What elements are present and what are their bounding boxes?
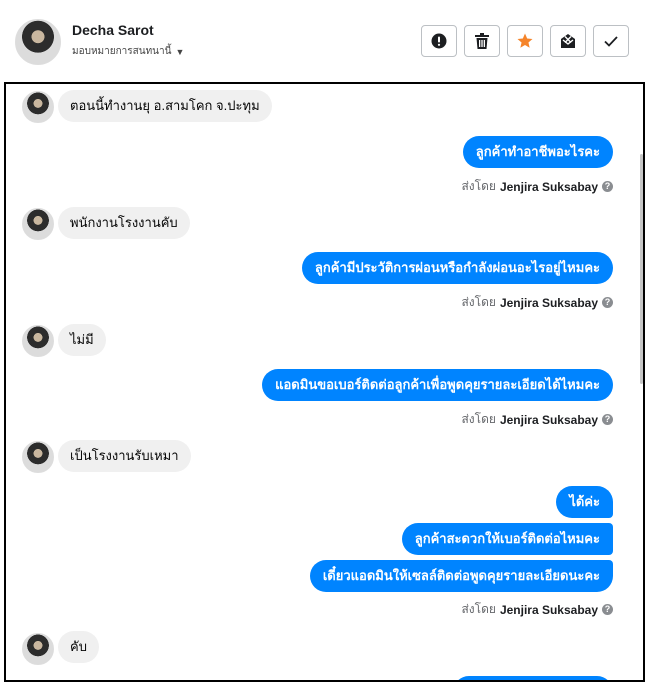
sender-avatar bbox=[22, 325, 54, 357]
outgoing-message[interactable]: ลูกค้าทำอาชีพอะไรคะ bbox=[462, 136, 613, 168]
sent-by-prefix: ส่งโดย bbox=[461, 295, 496, 309]
contact-avatar[interactable] bbox=[15, 19, 61, 65]
mark-spam-button[interactable] bbox=[550, 25, 586, 57]
help-icon[interactable]: ? bbox=[602, 297, 613, 308]
mark-done-button[interactable] bbox=[593, 25, 629, 57]
incoming-message[interactable]: ตอนนี้ทำงานยุ อ.สามโคก จ.ปะทุม bbox=[58, 90, 272, 122]
agent-name: Jenjira Suksabay bbox=[499, 602, 598, 617]
sender-avatar bbox=[22, 441, 54, 473]
agent-name: Jenjira Suksabay bbox=[499, 412, 598, 427]
outgoing-message[interactable]: ได้ค่ะ bbox=[556, 486, 613, 518]
sent-by-label: ส่งโดย Jenjira Suksabay ? bbox=[461, 600, 613, 619]
help-icon[interactable]: ? bbox=[602, 414, 613, 425]
conversation-header: Decha Sarot มอบหมายการสนทนานี้ ▼ bbox=[0, 0, 647, 82]
message-thread[interactable]: ตอนนี้ทำงานยุ อ.สามโคก จ.ปะทุม ลูกค้าทำอ… bbox=[4, 82, 645, 682]
star-icon bbox=[517, 33, 533, 48]
help-icon[interactable]: ? bbox=[602, 181, 613, 192]
outgoing-message[interactable]: ลูกค้าสะดวกให้เบอร์ติดต่อไหมคะ bbox=[401, 523, 613, 555]
outgoing-message-partial[interactable] bbox=[453, 676, 613, 680]
help-icon[interactable]: ? bbox=[602, 604, 613, 615]
sent-by-prefix: ส่งโดย bbox=[461, 412, 496, 426]
delete-button[interactable] bbox=[464, 25, 500, 57]
incoming-message[interactable]: คับ bbox=[58, 631, 99, 663]
incoming-message[interactable]: พนักงานโรงงานคับ bbox=[58, 207, 190, 239]
incoming-message[interactable]: ไม่มี bbox=[58, 324, 106, 356]
mail-x-icon bbox=[561, 34, 575, 48]
sent-by-prefix: ส่งโดย bbox=[461, 179, 496, 193]
contact-name[interactable]: Decha Sarot bbox=[72, 22, 154, 38]
outgoing-message[interactable]: ลูกค้ามีประวัติการผ่อนหรือกำลังผ่อนอะไรอ… bbox=[301, 252, 613, 284]
sent-by-label: ส่งโดย Jenjira Suksabay ? bbox=[461, 293, 613, 312]
agent-name: Jenjira Suksabay bbox=[499, 179, 598, 194]
sender-avatar bbox=[22, 208, 54, 240]
check-icon bbox=[604, 36, 618, 47]
sent-by-prefix: ส่งโดย bbox=[461, 602, 496, 616]
sender-avatar bbox=[22, 91, 54, 123]
caret-down-icon: ▼ bbox=[175, 46, 185, 57]
assign-label: มอบหมายการสนทนานี้ bbox=[72, 46, 172, 57]
assign-conversation-dropdown[interactable]: มอบหมายการสนทนานี้ ▼ bbox=[72, 44, 184, 59]
report-button[interactable] bbox=[421, 25, 457, 57]
outgoing-message[interactable]: เดี๋ยวแอดมินให้เซลล์ติดต่อพูดคุยรายละเอี… bbox=[309, 560, 613, 592]
sent-by-label: ส่งโดย Jenjira Suksabay ? bbox=[461, 410, 613, 429]
agent-name: Jenjira Suksabay bbox=[499, 295, 598, 310]
incoming-message[interactable]: เป็นโรงงานรับเหมา bbox=[58, 440, 191, 472]
outgoing-message[interactable]: แอดมินขอเบอร์ติดต่อลูกค้าเพื่อพูดคุยรายล… bbox=[262, 369, 613, 401]
sent-by-label: ส่งโดย Jenjira Suksabay ? bbox=[461, 177, 613, 196]
scrollbar[interactable] bbox=[640, 154, 643, 384]
trash-icon bbox=[475, 33, 489, 49]
star-button[interactable] bbox=[507, 25, 543, 57]
exclamation-icon bbox=[431, 33, 447, 49]
sender-avatar bbox=[22, 633, 54, 665]
